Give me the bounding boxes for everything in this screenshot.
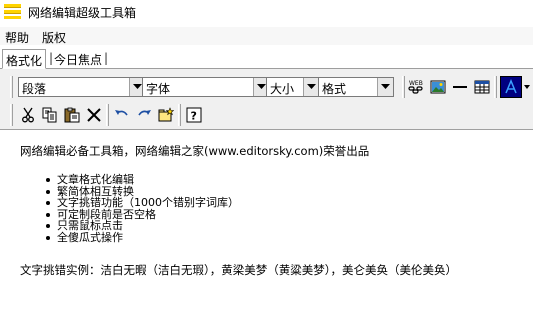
chevron-down-icon	[524, 85, 530, 89]
redo-icon	[138, 110, 151, 116]
tab-format[interactable]: 格式化	[2, 49, 47, 69]
delete-icon	[87, 108, 101, 122]
paragraph-select-value: 段落	[22, 82, 47, 96]
toolbar-grip[interactable]	[402, 76, 405, 98]
help-button[interactable]: ?	[184, 105, 204, 125]
menu-copyright[interactable]: 版权	[42, 29, 66, 46]
toolbar-area: 段落 字体 大小 格式 WEB ?	[0, 69, 533, 129]
svg-text:?: ?	[191, 110, 197, 123]
toolbar-grip[interactable]	[106, 104, 109, 126]
toolbar-grip[interactable]	[494, 76, 497, 98]
toolbar-grip[interactable]	[10, 104, 13, 126]
open-file-icon	[158, 107, 174, 122]
font-select[interactable]: 字体	[142, 77, 270, 97]
font-select-value: 字体	[146, 82, 171, 96]
list-item: 文章格式化编辑	[46, 174, 525, 186]
paste-icon	[64, 107, 80, 123]
horizontal-line-icon	[453, 86, 467, 88]
insert-table-button[interactable]	[472, 77, 492, 97]
insert-image-button[interactable]	[428, 77, 448, 97]
toolbar-grip[interactable]	[10, 76, 13, 98]
tab-separator: |	[104, 51, 109, 65]
text-color-button[interactable]	[500, 76, 522, 98]
redo-button[interactable]	[134, 105, 154, 125]
undo-icon	[115, 110, 128, 116]
size-select-value: 大小	[270, 82, 295, 96]
tab-bar: 格式化 | 今日焦点 |	[0, 47, 533, 69]
svg-text:WEB: WEB	[409, 80, 423, 87]
chevron-down-icon[interactable]	[377, 78, 393, 96]
editor-area[interactable]: 网络编辑必备工具箱，网络编辑之家(www.editorsky.com)荣誉出品 …	[0, 129, 533, 331]
horizontal-line-button[interactable]	[450, 77, 470, 97]
format-toolbar: 段落 字体 大小 格式 WEB	[10, 75, 530, 101]
chevron-down-icon[interactable]	[303, 78, 319, 96]
menu-help[interactable]: 帮助	[5, 29, 29, 46]
editor-content[interactable]: 网络编辑必备工具箱，网络编辑之家(www.editorsky.com)荣誉出品 …	[20, 144, 525, 277]
delete-button[interactable]	[84, 105, 104, 125]
insert-table-icon	[474, 80, 490, 94]
list-item: 文字挑错功能（1000个错别字词库）	[46, 197, 525, 209]
feature-list: 文章格式化编辑 繁简体相互转换 文字挑错功能（1000个错别字词库） 可定制段前…	[46, 174, 525, 243]
text-color-dropdown[interactable]	[524, 83, 530, 91]
cut-icon	[22, 107, 34, 123]
format-select[interactable]: 格式	[318, 77, 394, 97]
app-icon	[4, 4, 21, 19]
menu-bar: 帮助 版权	[0, 27, 533, 45]
list-item: 只需鼠标点击	[46, 220, 525, 232]
format-select-value: 格式	[322, 82, 347, 96]
copy-icon	[42, 107, 57, 123]
paste-button[interactable]	[62, 105, 82, 125]
window-title: 网络编辑超级工具箱	[28, 6, 137, 20]
list-item: 全傻瓜式操作	[46, 231, 525, 244]
web-links-button[interactable]: WEB	[406, 77, 426, 97]
tab-today-focus[interactable]: 今日焦点	[51, 49, 105, 69]
edit-toolbar: ?	[10, 103, 210, 127]
example-text: 文字挑错实例：洁白无暇（洁白无瑕），黄梁美梦（黄粱美梦），美仑美奂（美伦美奂）	[20, 263, 457, 277]
help-icon: ?	[186, 107, 202, 123]
insert-image-icon	[430, 80, 446, 94]
open-file-button[interactable]	[156, 105, 176, 125]
text-color-icon	[505, 79, 517, 94]
copy-button[interactable]	[40, 105, 60, 125]
paragraph-select[interactable]: 段落	[18, 77, 146, 97]
undo-button[interactable]	[112, 105, 132, 125]
web-links-icon: WEB	[408, 80, 423, 94]
toolbar-grip[interactable]	[178, 104, 181, 126]
intro-text: 网络编辑必备工具箱，网络编辑之家(www.editorsky.com)荣誉出品	[20, 144, 370, 158]
title-bar: 网络编辑超级工具箱	[0, 0, 533, 24]
cut-button[interactable]	[18, 105, 38, 125]
size-select[interactable]: 大小	[266, 77, 320, 97]
